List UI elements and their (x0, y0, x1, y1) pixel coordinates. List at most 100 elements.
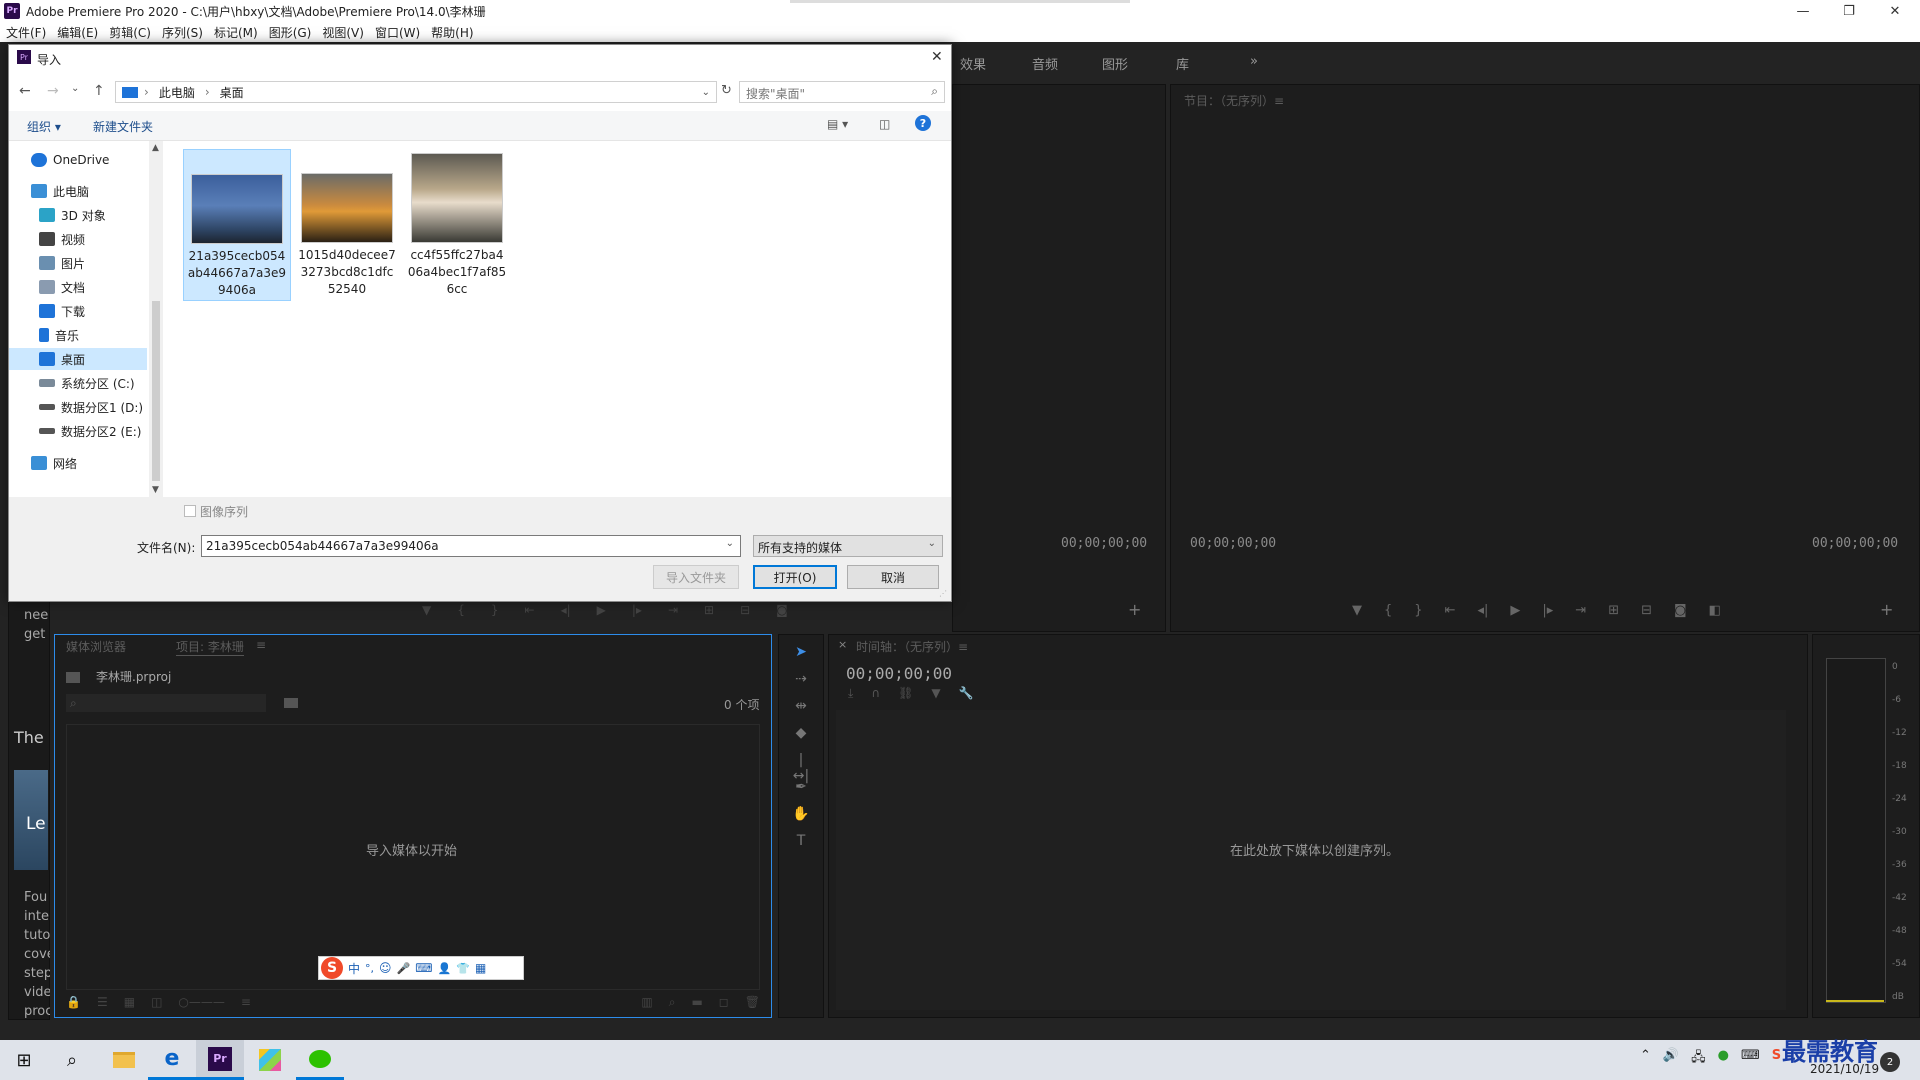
nav-item-drive-d[interactable]: 数据分区1 (D:) (39, 396, 143, 418)
volume-icon[interactable]: 🔊 (1663, 1048, 1679, 1070)
menu-window[interactable]: 窗口(W) (375, 24, 420, 41)
taskbar-search-button[interactable]: ⌕ (48, 1040, 96, 1080)
start-button[interactable]: ⊞ (0, 1040, 48, 1080)
goto-in-icon[interactable]: ⇤ (525, 603, 535, 617)
sort-icon[interactable]: ≡ (241, 995, 251, 1009)
show-hidden-icons-icon[interactable]: ⌃ (1640, 1048, 1651, 1070)
ime-keyboard-icon[interactable]: ⌨ (415, 961, 432, 975)
ime-user-icon[interactable]: 👤 (438, 962, 452, 975)
taskbar-edge[interactable]: e (148, 1040, 196, 1080)
zoom-slider[interactable]: ○——— (178, 995, 224, 1009)
taskbar-paint[interactable] (246, 1040, 294, 1080)
source-add-button[interactable]: + (1128, 600, 1141, 619)
timeline-close-icon[interactable]: × (838, 638, 847, 651)
marker-icon[interactable]: ▼ (422, 603, 431, 617)
in-point-icon[interactable]: { (457, 603, 465, 617)
ime-toolbox-icon[interactable]: ▦ (475, 961, 486, 975)
goto-out-icon[interactable]: ⇥ (668, 603, 678, 617)
timeline-timecode[interactable]: 00;00;00;00 (846, 664, 952, 683)
goto-in-icon[interactable]: ⇤ (1445, 603, 1456, 618)
nav-item-documents[interactable]: 文档 (39, 276, 85, 298)
taskbar-premiere[interactable]: Pr (196, 1040, 244, 1080)
trash-icon[interactable]: 🗑 (745, 995, 760, 1009)
step-back-icon[interactable]: ◂| (1477, 603, 1488, 618)
razor-tool-icon[interactable]: ◆ (792, 725, 810, 743)
in-point-icon[interactable]: { (1384, 603, 1392, 618)
goto-out-icon[interactable]: ⇥ (1575, 603, 1586, 618)
type-tool-icon[interactable]: T (792, 833, 810, 851)
lock-icon[interactable]: 🔒 (66, 995, 81, 1009)
workspace-tab-graphics[interactable]: 图形 (1102, 54, 1128, 73)
forward-arrow-icon[interactable]: → (47, 83, 59, 99)
icon-view-icon[interactable]: ▦ (124, 995, 135, 1009)
nav-item-3d-objects[interactable]: 3D 对象 (39, 204, 106, 226)
ime-skin-icon[interactable]: 👕 (456, 962, 470, 975)
breadcrumb-this-pc[interactable]: 此电脑 (159, 84, 195, 101)
step-forward-icon[interactable]: |▸ (632, 603, 642, 617)
slip-tool-icon[interactable]: |↔| (792, 752, 810, 784)
menu-graphics[interactable]: 图形(G) (269, 24, 312, 41)
new-folder-button[interactable]: 新建文件夹 (93, 118, 153, 135)
file-item[interactable]: cc4f55ffc27ba4 06a4bec1f7af85 6cc (403, 149, 511, 301)
refresh-icon[interactable]: ↻ (721, 83, 732, 98)
track-select-tool-icon[interactable]: ⇢ (792, 671, 810, 689)
project-search-input[interactable] (66, 694, 266, 712)
nest-icon[interactable]: ⤓ (848, 686, 853, 701)
cancel-button[interactable]: 取消 (847, 565, 939, 589)
new-bin-icon[interactable]: ▬ (691, 995, 702, 1009)
nav-item-onedrive[interactable]: OneDrive (31, 149, 109, 171)
play-icon[interactable]: ▶ (597, 603, 606, 617)
timeline-drop-area[interactable] (836, 710, 1786, 1010)
step-forward-icon[interactable]: |▸ (1542, 603, 1553, 618)
dialog-close-button[interactable]: ✕ (931, 49, 943, 65)
marker-icon[interactable]: ▼ (1352, 603, 1362, 618)
out-point-icon[interactable]: } (1414, 603, 1422, 618)
workspace-overflow-button[interactable]: » (1250, 54, 1258, 69)
compare-icon[interactable]: ◧ (1709, 603, 1721, 618)
breadcrumb-desktop[interactable]: 桌面 (220, 84, 244, 101)
add-marker-icon[interactable]: ▼ (931, 686, 940, 701)
menu-sequence[interactable]: 序列(S) (162, 24, 203, 41)
freeform-view-icon[interactable]: ◫ (151, 995, 162, 1009)
file-type-select[interactable]: 所有支持的媒体 ⌄ (753, 535, 943, 557)
nav-item-music[interactable]: 音乐 (39, 324, 79, 346)
ime-voice-icon[interactable]: 🎤 (397, 962, 411, 975)
nav-item-videos[interactable]: 视频 (39, 228, 85, 250)
project-tab-menu[interactable]: ≡ (256, 638, 266, 652)
tab-project[interactable]: 项目: 李林珊 (176, 638, 244, 656)
automate-icon[interactable]: ▥ (641, 995, 652, 1009)
nav-item-pictures[interactable]: 图片 (39, 252, 85, 274)
workspace-tab-libraries[interactable]: 库 (1176, 54, 1189, 73)
back-arrow-icon[interactable]: ← (19, 83, 31, 99)
ime-punctuation-icon[interactable]: °, (365, 962, 374, 975)
lift-icon[interactable]: ⊞ (1608, 603, 1619, 618)
play-icon[interactable]: ▶ (1510, 603, 1520, 618)
list-view-icon[interactable]: ☰ (97, 995, 108, 1009)
recent-locations-icon[interactable]: ⌄ (71, 83, 79, 94)
find-icon[interactable]: ⌕ (669, 995, 676, 1010)
restore-button[interactable]: ❐ (1826, 0, 1872, 22)
search-input[interactable]: 搜索"桌面" ⌕ (739, 81, 945, 103)
file-item[interactable]: 1015d40decee7 3273bcd8c1dfc 52540 (293, 149, 401, 301)
view-options-icon[interactable]: ▤ ▾ (827, 117, 848, 131)
nav-item-drive-c[interactable]: 系统分区 (C:) (39, 372, 135, 394)
filename-dropdown-icon[interactable]: ⌄ (726, 538, 734, 549)
filename-input[interactable]: 21a395cecb054ab44667a7a3e99406a ⌄ (201, 535, 741, 557)
export-frame-icon[interactable]: ◙ (1674, 603, 1687, 618)
new-bin-from-search-icon[interactable] (284, 698, 298, 708)
export-frame-icon[interactable]: ◙ (776, 603, 788, 617)
nav-item-this-pc[interactable]: 此电脑 (31, 180, 89, 202)
ripple-edit-tool-icon[interactable]: ⇹ (792, 698, 810, 716)
hand-tool-icon[interactable]: ✋ (792, 806, 810, 824)
ime-emoji-icon[interactable]: ☺ (379, 961, 392, 975)
sogou-tray-icon[interactable]: S (1772, 1048, 1781, 1070)
close-window-button[interactable]: ✕ (1872, 0, 1918, 22)
security-icon[interactable]: ● (1718, 1048, 1729, 1070)
file-item[interactable]: 21a395cecb054 ab44667a7a3e9 9406a (183, 149, 291, 301)
up-arrow-icon[interactable]: ↑ (93, 83, 105, 99)
open-button[interactable]: 打开(O) (753, 565, 837, 589)
network-icon[interactable]: 🖧 (1691, 1048, 1706, 1070)
import-folder-button[interactable]: 导入文件夹 (653, 565, 739, 589)
menu-file[interactable]: 文件(F) (6, 24, 46, 41)
nav-item-network[interactable]: 网络 (31, 452, 77, 474)
